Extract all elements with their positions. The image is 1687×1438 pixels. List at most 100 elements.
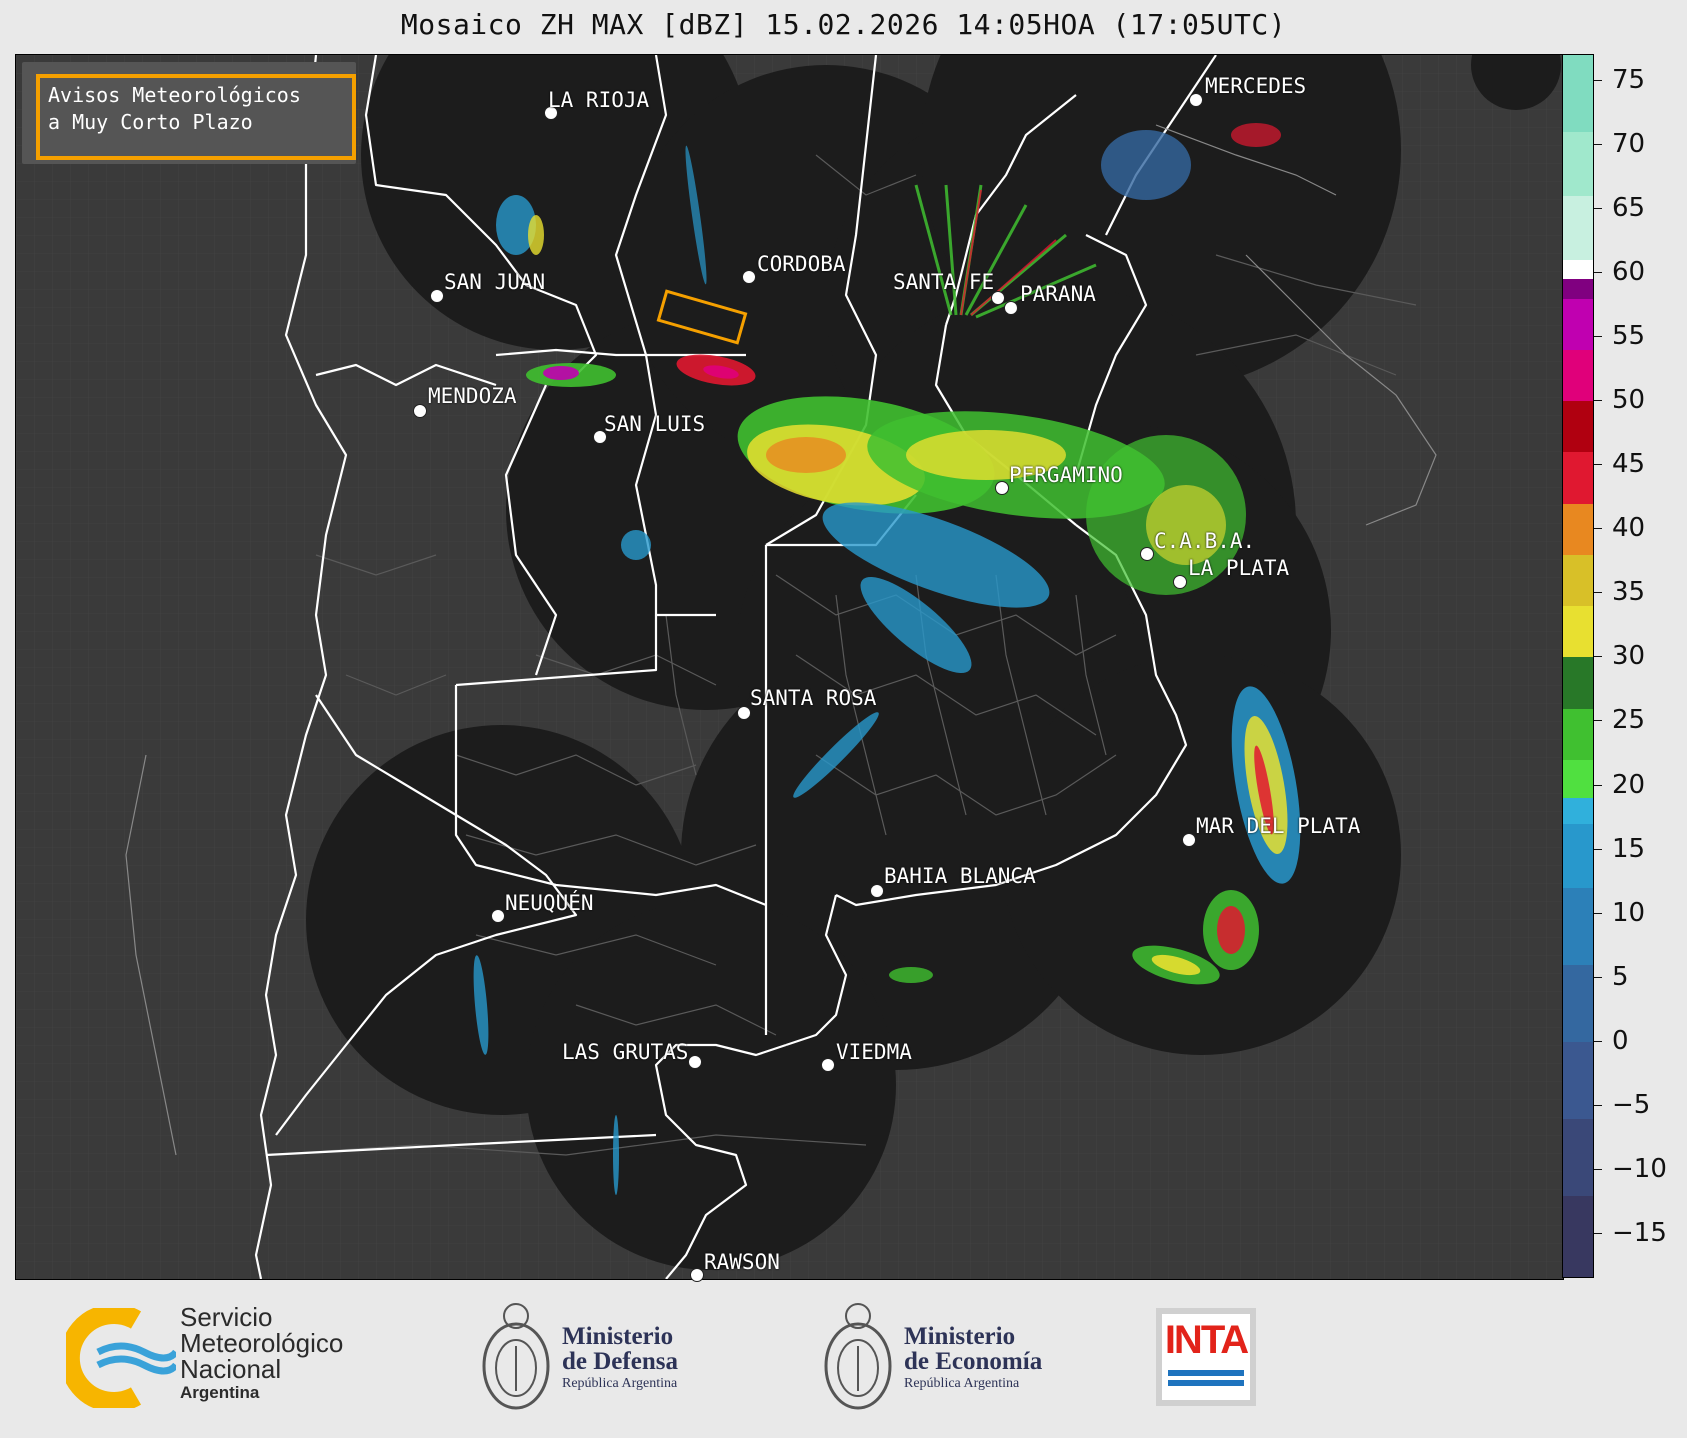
city-label: MENDOZA [428,384,517,408]
colorbar-tick [1594,79,1602,81]
colorbar-band [1563,401,1593,453]
colorbar-tick [1594,207,1602,209]
economia-logo-text: Ministerio de Economía República Argenti… [904,1324,1042,1394]
colorbar-tick-label: 25 [1612,705,1646,736]
city-marker[interactable] [742,270,756,284]
colorbar-tick [1594,976,1602,978]
city-marker[interactable] [430,289,444,303]
colorbar-tick [1594,335,1602,337]
city-label: SANTA ROSA [750,686,877,710]
economia-line2: de Economía [904,1348,1043,1375]
city-label: CORDOBA [757,252,846,276]
colorbar-band [1563,1041,1593,1119]
city-label: PARANA [1020,282,1096,306]
defensa-line3: República Argentina [562,1376,678,1391]
colorbar-band [1563,298,1593,350]
city-label: SAN LUIS [604,412,706,436]
city-label: MAR DEL PLATA [1196,814,1361,838]
colorbar-tick [1594,143,1602,145]
city-marker[interactable] [688,1055,702,1069]
smn-line3: Nacional [180,1354,282,1384]
logos-footer: Servicio Meteorológico Nacional Argentin… [0,1282,1687,1438]
radar-map[interactable] [15,54,1564,1280]
city-marker[interactable] [1173,575,1187,589]
colorbar-tick-label: 70 [1612,128,1646,159]
colorbar-band [1563,708,1593,760]
city-label: MERCEDES [1205,74,1307,98]
economia-seal-icon [824,1303,892,1410]
city-label: LAS GRUTAS [562,1040,689,1064]
city-marker[interactable] [870,884,884,898]
colorbar-band [1563,798,1593,824]
smn-line4: Argentina [180,1383,260,1402]
city-marker[interactable] [737,706,751,720]
colorbar-band [1563,131,1593,196]
colorbar-band [1563,452,1593,504]
inta-logo: INTA [1156,1308,1256,1406]
colorbar [1562,54,1594,1278]
defensa-line1: Ministerio [562,1323,674,1350]
city-marker[interactable] [413,404,427,418]
colorbar-band [1563,554,1593,607]
city-label: RAWSON [704,1250,780,1274]
city-marker[interactable] [690,1268,704,1282]
map-title: Mosaico ZH MAX [dBZ] 15.02.2026 14:05HOA… [400,8,1287,41]
colorbar-tick [1594,464,1602,466]
colorbar-tick-label: 55 [1612,320,1646,351]
colorbar-band [1563,260,1593,280]
colorbar-tick-label: 10 [1612,897,1646,928]
colorbar-tick-label: −5 [1612,1089,1651,1120]
colorbar-tick-label: 60 [1612,256,1646,287]
colorbar-tick-label: 65 [1612,192,1646,223]
colorbar-band [1563,1118,1593,1196]
colorbar-band [1563,195,1593,261]
defensa-seal-icon [482,1303,550,1410]
colorbar-band [1563,55,1593,132]
colorbar-tick-label: 15 [1612,833,1646,864]
colorbar-tick-label: −10 [1612,1154,1667,1185]
colorbar-band [1563,657,1593,709]
colorbar-band [1563,888,1593,965]
radar-coverage-viedma [526,900,896,1270]
city-marker[interactable] [995,481,1009,495]
city-label: LA RIOJA [548,88,650,112]
colorbar-tick [1594,656,1602,658]
colorbar-band [1563,824,1593,889]
city-label: VIEDMA [836,1040,912,1064]
city-marker[interactable] [1189,93,1203,107]
city-label: NEUQUÉN [505,891,594,915]
radar-coverage-mdp [1001,655,1401,1055]
colorbar-tick [1594,1040,1602,1042]
city-marker[interactable] [1182,833,1196,847]
colorbar-tick [1594,592,1602,594]
defensa-line2: de Defensa [562,1348,678,1375]
colorbar-tick [1594,1233,1602,1235]
colorbar-band [1563,964,1593,1042]
inta-logo-text: INTA [1164,1318,1249,1362]
colorbar-band [1563,606,1593,658]
city-marker[interactable] [821,1058,835,1072]
colorbar-tick [1594,848,1602,850]
city-label: PERGAMINO [1009,463,1123,487]
city-marker[interactable] [1140,547,1154,561]
city-marker[interactable] [1004,301,1018,315]
colorbar-tick [1594,271,1602,273]
city-marker[interactable] [491,909,505,923]
city-label: BAHIA BLANCA [884,864,1036,888]
colorbar-tick-label: 50 [1612,385,1646,416]
colorbar-tick-label: 30 [1612,641,1646,672]
economia-line3: República Argentina [904,1376,1020,1391]
colorbar-tick-label: 40 [1612,513,1646,544]
colorbar-tick [1594,720,1602,722]
colorbar-tick-label: −15 [1612,1218,1667,1249]
colorbar-tick [1594,784,1602,786]
colorbar-tick [1594,912,1602,914]
map-canvas [16,55,1563,1279]
economia-line1: Ministerio [904,1323,1016,1350]
colorbar-tick-label: 5 [1612,961,1629,992]
smn-line2: Meteorológico [180,1328,344,1358]
colorbar-tick-label: 0 [1612,1025,1629,1056]
colorbar-tick [1594,1104,1602,1106]
avisos-label[interactable]: Avisos Meteorológicos a Muy Corto Plazo [36,74,356,160]
colorbar-band [1563,1195,1593,1277]
